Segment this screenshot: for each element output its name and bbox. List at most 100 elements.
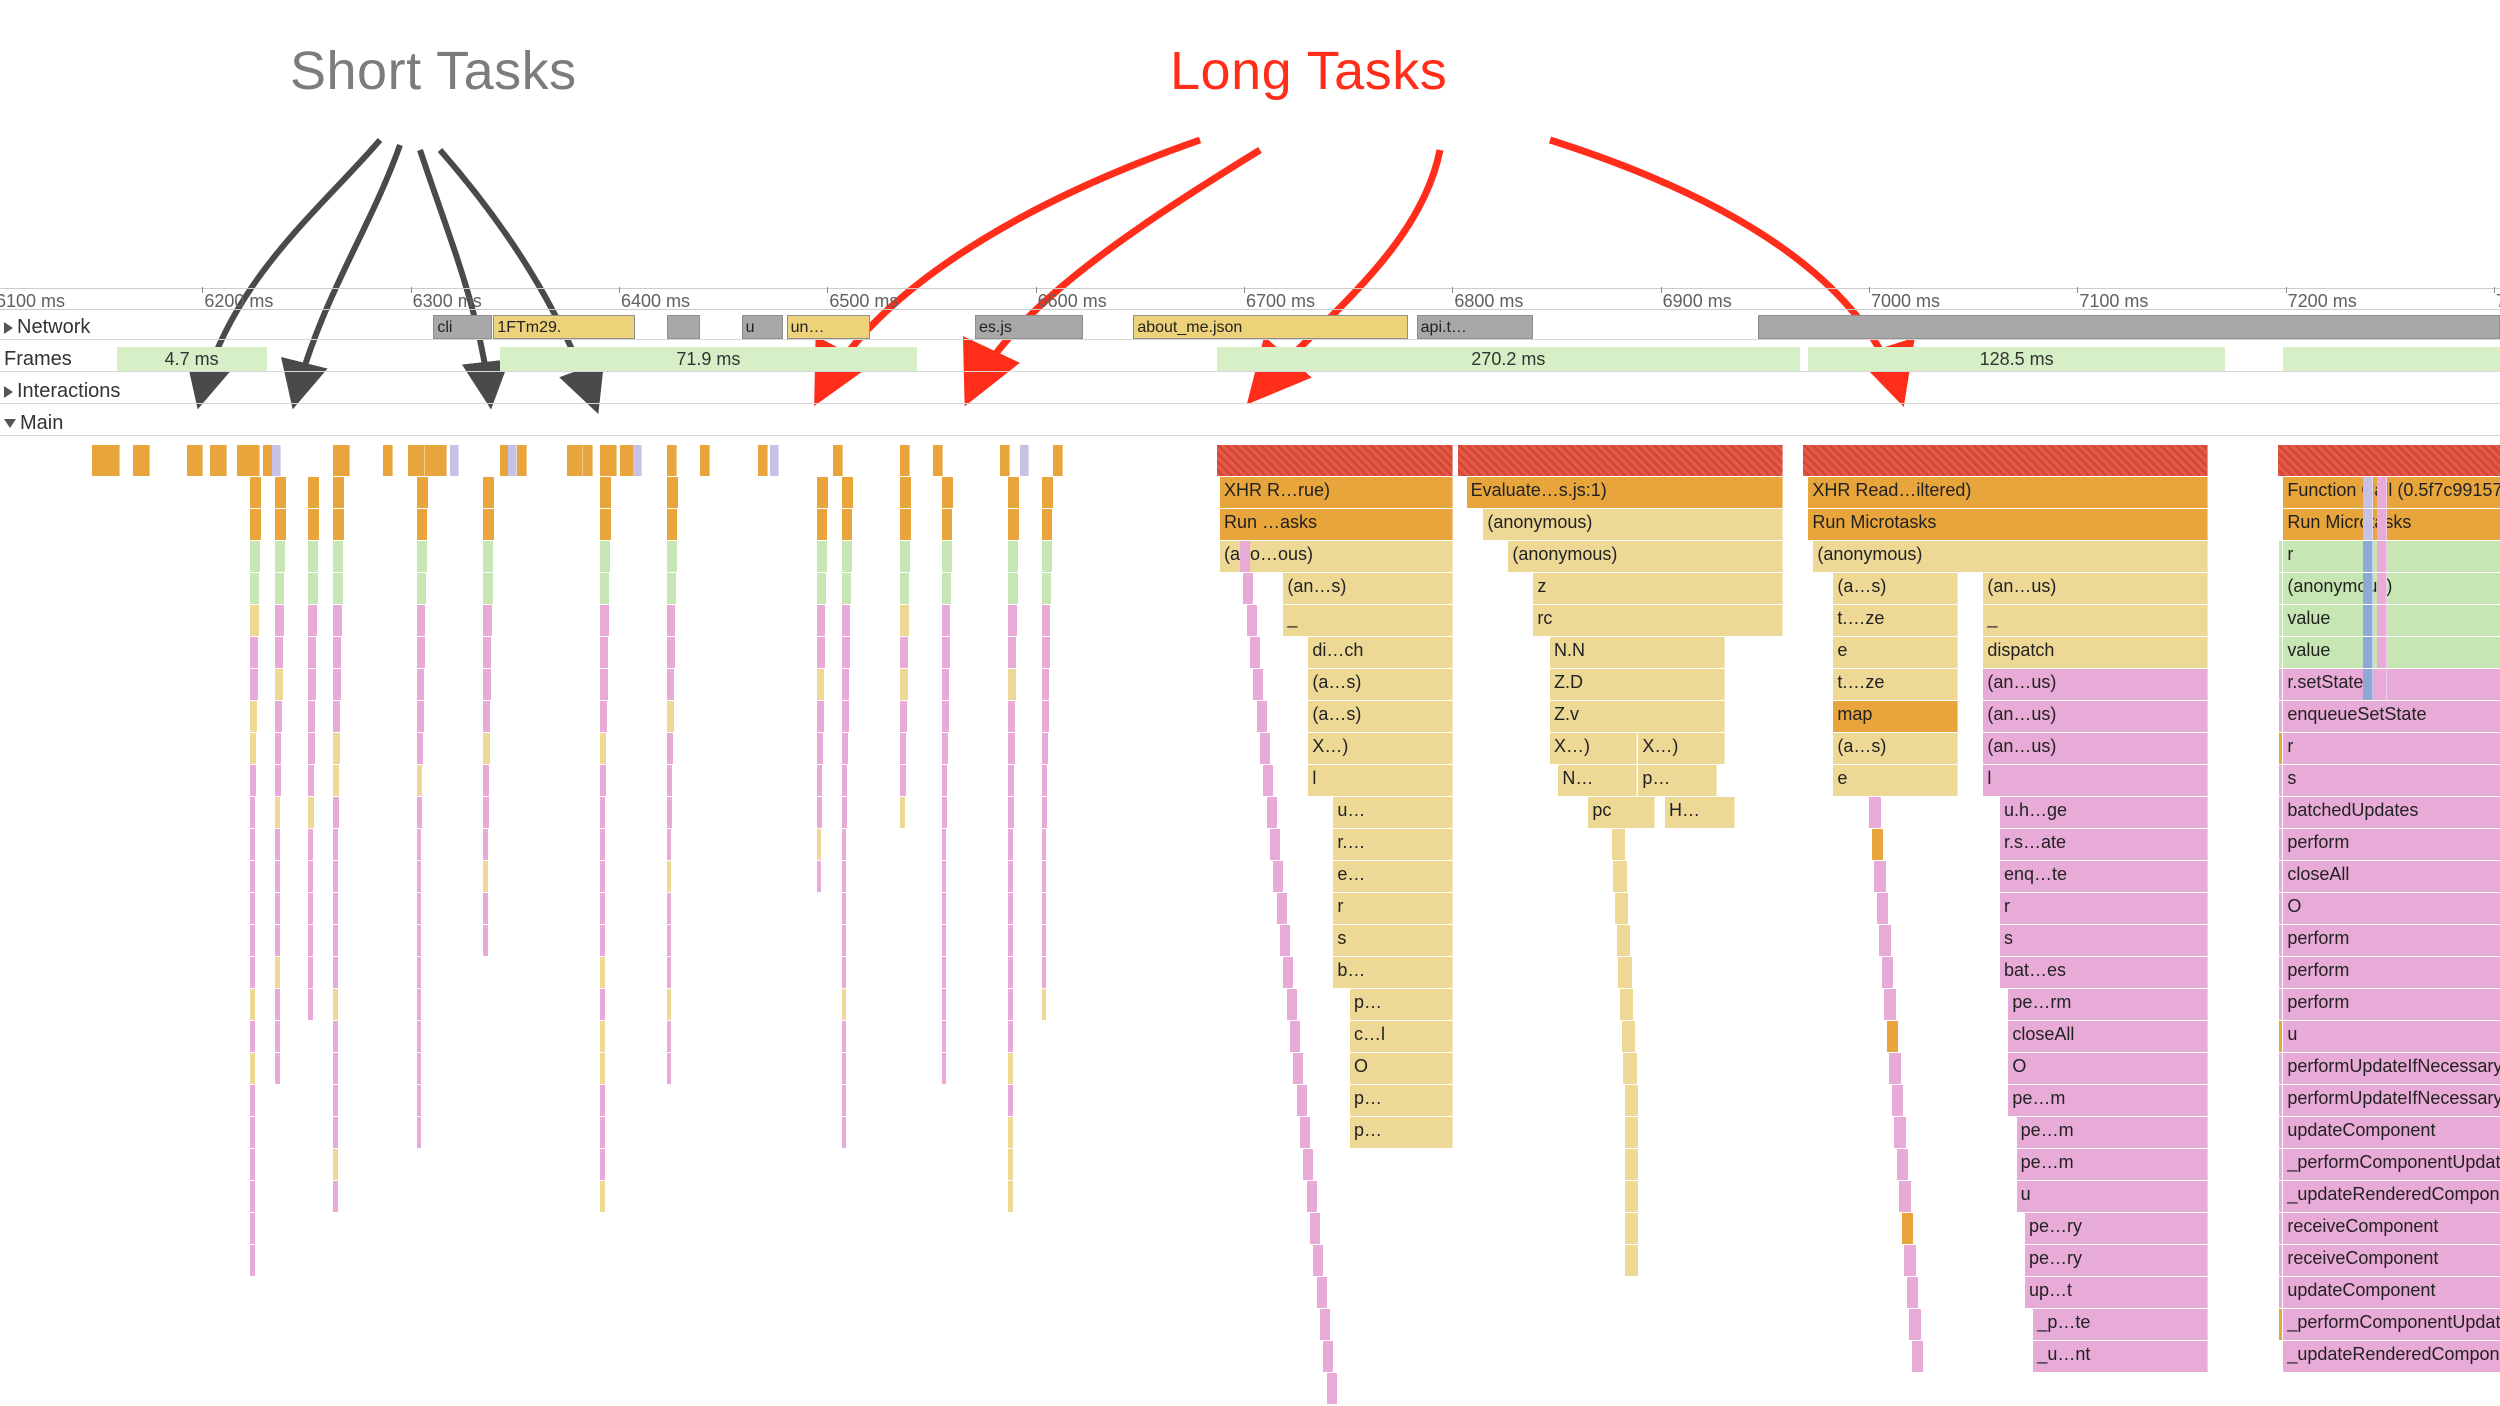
flame-segment[interactable] — [667, 733, 673, 764]
flame-segment[interactable]: X…) — [1638, 733, 1725, 764]
flame-segment[interactable] — [2363, 605, 2373, 636]
frame-bar[interactable]: 537.6 ms — [2283, 347, 2500, 371]
flame-segment[interactable] — [483, 701, 490, 732]
flame-segment[interactable] — [308, 829, 313, 860]
flame-segment[interactable] — [900, 669, 908, 700]
flame-segment[interactable]: e — [1833, 637, 1958, 668]
flame-segment[interactable]: N.N — [1550, 637, 1725, 668]
flame-segment[interactable] — [450, 445, 459, 476]
flame-segment[interactable] — [250, 957, 255, 988]
flame-segment[interactable] — [250, 829, 255, 860]
flame-segment[interactable] — [250, 989, 255, 1020]
flame-segment[interactable] — [900, 477, 911, 508]
flame-segment[interactable] — [383, 445, 393, 476]
flame-segment[interactable] — [1008, 893, 1013, 924]
flame-segment[interactable]: e — [1833, 765, 1958, 796]
flame-segment[interactable] — [817, 669, 825, 700]
flame-segment[interactable] — [417, 765, 423, 796]
flame-segment[interactable] — [842, 893, 847, 924]
flame-segment[interactable]: (a…s) — [1308, 701, 1453, 732]
flame-segment[interactable] — [600, 701, 607, 732]
flame-segment[interactable] — [900, 733, 906, 764]
flame-segment[interactable] — [600, 477, 611, 508]
flame-segment[interactable]: Run Microtasks — [2283, 509, 2500, 540]
flame-segment[interactable]: _performComponentUpdate — [2283, 1309, 2500, 1340]
flame-segment[interactable]: (a…s) — [1833, 573, 1958, 604]
flame-segment[interactable]: (an…us) — [1983, 701, 2208, 732]
flame-segment[interactable] — [817, 477, 828, 508]
flame-segment[interactable] — [583, 445, 593, 476]
flame-segment[interactable] — [817, 701, 824, 732]
flame-segment[interactable] — [1042, 701, 1049, 732]
flame-segment[interactable] — [600, 1149, 605, 1180]
flame-segment[interactable] — [333, 925, 338, 956]
flame-segment[interactable] — [842, 605, 851, 636]
flame-segment[interactable] — [275, 541, 285, 572]
flame-segment[interactable] — [275, 701, 282, 732]
flame-segment[interactable]: XHR R…rue) — [1220, 477, 1453, 508]
flame-segment[interactable] — [417, 861, 422, 892]
flame-segment[interactable]: (an…us) — [1983, 573, 2208, 604]
flame-segment[interactable] — [333, 1149, 338, 1180]
flame-segment[interactable] — [1042, 541, 1052, 572]
flame-segment[interactable] — [842, 1085, 847, 1116]
flame-segment[interactable] — [333, 1085, 338, 1116]
flame-segment[interactable]: X…) — [1308, 733, 1453, 764]
flame-segment[interactable]: (anonymous) — [1483, 509, 1783, 540]
flame-segment[interactable] — [667, 829, 672, 860]
flame-segment[interactable] — [1042, 797, 1047, 828]
flame-segment[interactable] — [250, 1213, 255, 1244]
flame-segment[interactable]: Run Microtasks — [1808, 509, 2208, 540]
flame-segment[interactable] — [250, 509, 261, 540]
flame-segment[interactable] — [333, 893, 338, 924]
flame-segment[interactable] — [942, 605, 951, 636]
flame-segment[interactable] — [600, 797, 605, 828]
flame-segment[interactable] — [2377, 669, 2387, 700]
flame-segment[interactable]: s — [2283, 765, 2500, 796]
flame-segment[interactable]: (a…s) — [1833, 733, 1958, 764]
flame-segment[interactable] — [408, 445, 425, 476]
flame-segment[interactable] — [817, 637, 825, 668]
flame-segment[interactable]: perform — [2283, 957, 2500, 988]
flame-segment[interactable]: (anonymous) — [1508, 541, 1783, 572]
flame-segment[interactable]: receiveComponent — [2283, 1245, 2500, 1276]
flame-segment[interactable] — [275, 925, 280, 956]
flame-segment[interactable]: Evaluate…s.js:1) — [1467, 477, 1784, 508]
frame-bar[interactable]: 270.2 ms — [1217, 347, 1800, 371]
flame-segment[interactable] — [275, 733, 281, 764]
flame-segment[interactable] — [667, 445, 677, 476]
flame-segment[interactable] — [942, 765, 948, 796]
flame-segment[interactable]: closeAll — [2283, 861, 2500, 892]
flame-segment[interactable] — [187, 445, 204, 476]
flame-segment[interactable] — [417, 669, 425, 700]
flame-segment[interactable] — [900, 445, 910, 476]
network-item[interactable] — [667, 315, 700, 339]
flame-segment[interactable] — [600, 1085, 605, 1116]
flame-segment[interactable] — [942, 925, 947, 956]
flame-segment[interactable] — [1008, 509, 1019, 540]
flame-segment[interactable] — [667, 605, 676, 636]
flame-segment[interactable] — [942, 989, 947, 1020]
flame-segment[interactable]: di…ch — [1308, 637, 1453, 668]
flame-segment[interactable] — [1458, 445, 1783, 476]
flame-segment[interactable]: Z.v — [1550, 701, 1725, 732]
flame-segment[interactable] — [842, 573, 851, 604]
flame-segment[interactable] — [1008, 1181, 1013, 1212]
flame-segment[interactable]: performUpdateIfNecessary — [2283, 1053, 2500, 1084]
flame-segment[interactable] — [667, 541, 677, 572]
flame-segment[interactable] — [667, 957, 672, 988]
flame-segment[interactable] — [1042, 765, 1048, 796]
flame-segment[interactable] — [1008, 573, 1017, 604]
flame-segment[interactable] — [1008, 797, 1013, 828]
flame-segment[interactable] — [942, 1021, 947, 1052]
flame-segment[interactable]: r — [2000, 893, 2208, 924]
flame-segment[interactable] — [942, 893, 947, 924]
flame-segment[interactable]: l — [1308, 765, 1453, 796]
flame-segment[interactable] — [1008, 733, 1014, 764]
flame-segment[interactable] — [508, 445, 517, 476]
flame-segment[interactable]: pe…ry — [2025, 1245, 2208, 1276]
flame-segment[interactable] — [842, 829, 847, 860]
flame-segment[interactable] — [417, 541, 427, 572]
flame-segment[interactable] — [483, 477, 494, 508]
flame-segment[interactable]: (a…s) — [1308, 669, 1453, 700]
